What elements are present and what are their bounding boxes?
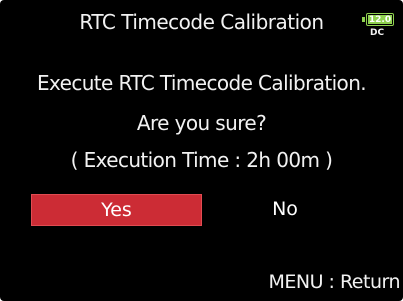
yes-button[interactable]: Yes	[31, 194, 202, 226]
confirmation-message: Execute RTC Timecode Calibration.	[36, 71, 367, 95]
battery-voltage: 12.0	[368, 15, 392, 25]
no-button[interactable]: No	[240, 194, 330, 226]
power-source-label: DC	[370, 28, 385, 38]
execution-time-info: ( Execution Time : 2h 00m )	[70, 148, 333, 172]
confirmation-question: Are you sure?	[136, 111, 267, 135]
battery-tip	[362, 17, 365, 22]
battery-icon: 12.0	[366, 13, 394, 26]
battery-indicator: 12.0 DC	[362, 11, 396, 41]
menu-return-hint: MENU : Return	[268, 271, 400, 293]
screen-title: RTC Timecode Calibration	[79, 10, 324, 34]
device-screen: RTC Timecode Calibration 12.0 DC Execute…	[0, 0, 403, 301]
